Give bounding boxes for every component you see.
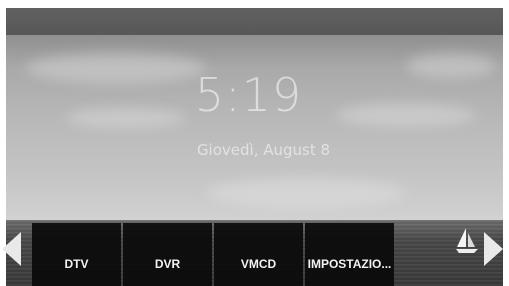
- clock-time: 5:19: [194, 68, 303, 122]
- clock-date: Giovedì, August 8: [196, 141, 331, 159]
- chevron-left-icon[interactable]: [2, 232, 21, 266]
- chevron-right-icon[interactable]: [484, 232, 503, 266]
- menu-item-label: VMCD: [240, 257, 277, 271]
- menu-item-label: IMPOSTAZIO...: [307, 257, 392, 271]
- menu-item-vmcd[interactable]: VMCD: [214, 223, 303, 286]
- top-band: [6, 8, 503, 35]
- home-screen: 5:19 Giovedì, August 8 DTV DVR VMCD IMPO…: [6, 8, 503, 286]
- cloud-decoration: [206, 178, 406, 208]
- menu-item-impostazioni[interactable]: IMPOSTAZIO...: [305, 223, 394, 286]
- sailboat-icon: [456, 228, 478, 253]
- menu-item-label: DVR: [154, 257, 181, 271]
- menu-item-dvr[interactable]: DVR: [123, 223, 212, 286]
- app-menu-bar: DTV DVR VMCD IMPOSTAZIO...: [32, 223, 396, 286]
- menu-item-label: DTV: [64, 257, 89, 271]
- menu-item-dtv[interactable]: DTV: [32, 223, 121, 286]
